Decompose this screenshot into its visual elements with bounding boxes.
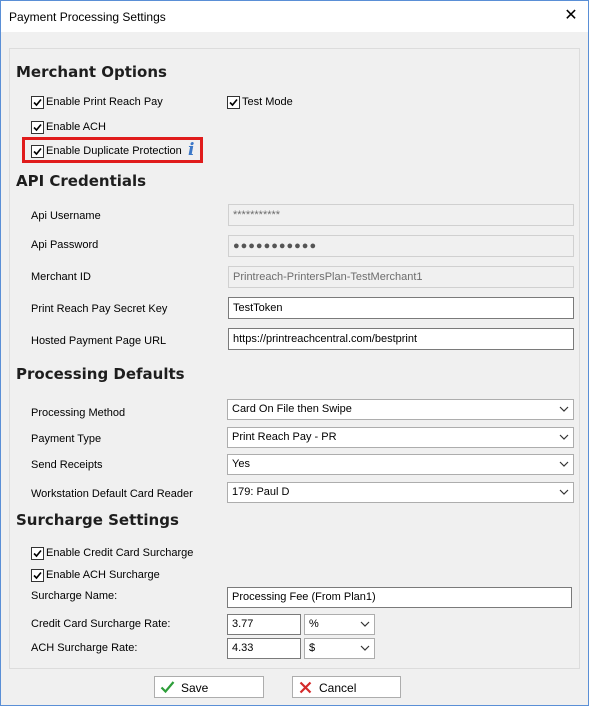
dialog-window: Payment Processing Settings ✕ Merchant O… [0,0,589,706]
merchant-id-label: Merchant ID [31,271,91,283]
cancel-button[interactable]: Cancel [292,676,401,698]
cancel-button-label: Cancel [319,681,357,695]
merchant-id-field[interactable]: Printreach-PrintersPlan-TestMerchant1 [228,266,574,288]
test-mode-label: Test Mode [242,96,293,108]
checkmark-icon [33,571,42,580]
processing-method-value: Card On File then Swipe [232,403,352,415]
chevron-down-icon [559,434,569,440]
ach-surcharge-rate-input[interactable]: 4.33 [227,638,301,659]
cc-surcharge-rate-label: Credit Card Surcharge Rate: [31,618,171,630]
title-bar: Payment Processing Settings ✕ [1,1,588,32]
hosted-payment-url-label: Hosted Payment Page URL [31,335,167,347]
chevron-down-icon [360,621,370,627]
api-password-label: Api Password [31,239,99,251]
api-username-label: Api Username [31,210,101,222]
cc-surcharge-unit-select[interactable]: % [304,614,375,635]
section-processing-defaults: Processing Defaults [16,365,185,383]
enable-print-reach-pay-checkbox[interactable] [31,96,44,109]
enable-print-reach-pay-label: Enable Print Reach Pay [46,96,163,108]
enable-ach-label: Enable ACH [46,121,106,133]
enable-duplicate-protection-label: Enable Duplicate Protection [46,145,182,157]
ach-surcharge-unit-select[interactable]: $ [304,638,375,659]
chevron-down-icon [559,461,569,467]
enable-cc-surcharge-label: Enable Credit Card Surcharge [46,547,194,559]
chevron-down-icon [559,489,569,495]
chevron-down-icon [559,406,569,412]
checkmark-icon [160,681,175,694]
checkmark-icon [33,98,42,107]
api-username-field[interactable]: *********** [228,204,574,226]
send-receipts-select[interactable]: Yes [227,454,574,475]
checkmark-icon [33,123,42,132]
save-button[interactable]: Save [154,676,264,698]
payment-type-select[interactable]: Print Reach Pay - PR [227,427,574,448]
surcharge-name-input[interactable]: Processing Fee (From Plan1) [227,587,572,608]
chevron-down-icon [360,645,370,651]
enable-cc-surcharge-checkbox[interactable] [31,547,44,560]
window-title: Payment Processing Settings [9,10,166,24]
checkmark-icon [33,549,42,558]
section-merchant-options: Merchant Options [16,63,167,81]
processing-method-label: Processing Method [31,407,126,419]
card-reader-label: Workstation Default Card Reader [31,488,193,500]
info-icon[interactable]: i [188,140,194,160]
payment-type-label: Payment Type [31,433,102,445]
enable-ach-checkbox[interactable] [31,121,44,134]
checkmark-icon [33,147,42,156]
save-button-label: Save [181,681,209,695]
cc-surcharge-rate-input[interactable]: 3.77 [227,614,301,635]
cc-surcharge-unit-value: % [309,618,319,630]
ach-surcharge-rate-label: ACH Surcharge Rate: [31,642,138,654]
card-reader-value: 179: Paul D [232,486,290,498]
ach-surcharge-unit-value: $ [309,642,316,654]
hosted-payment-url-input[interactable]: https://printreachcentral.com/bestprint [228,328,574,350]
close-x-icon [299,681,312,694]
surcharge-name-label: Surcharge Name: [31,590,118,602]
section-api-credentials: API Credentials [16,172,147,190]
enable-duplicate-protection-checkbox[interactable] [31,145,44,158]
checkmark-icon [229,98,238,107]
close-icon[interactable]: ✕ [560,5,582,27]
secret-key-label: Print Reach Pay Secret Key [31,303,168,315]
test-mode-checkbox[interactable] [227,96,240,109]
payment-type-value: Print Reach Pay - PR [232,431,337,443]
enable-ach-surcharge-checkbox[interactable] [31,569,44,582]
processing-method-select[interactable]: Card On File then Swipe [227,399,574,420]
section-surcharge-settings: Surcharge Settings [16,511,179,529]
enable-ach-surcharge-label: Enable ACH Surcharge [46,569,160,581]
dialog-body: Merchant Options Enable Print Reach Pay … [1,32,588,705]
send-receipts-label: Send Receipts [31,459,103,471]
send-receipts-value: Yes [232,458,250,470]
secret-key-input[interactable]: TestToken [228,297,574,319]
card-reader-select[interactable]: 179: Paul D [227,482,574,503]
api-password-field[interactable]: ●●●●●●●●●●● [228,235,574,257]
